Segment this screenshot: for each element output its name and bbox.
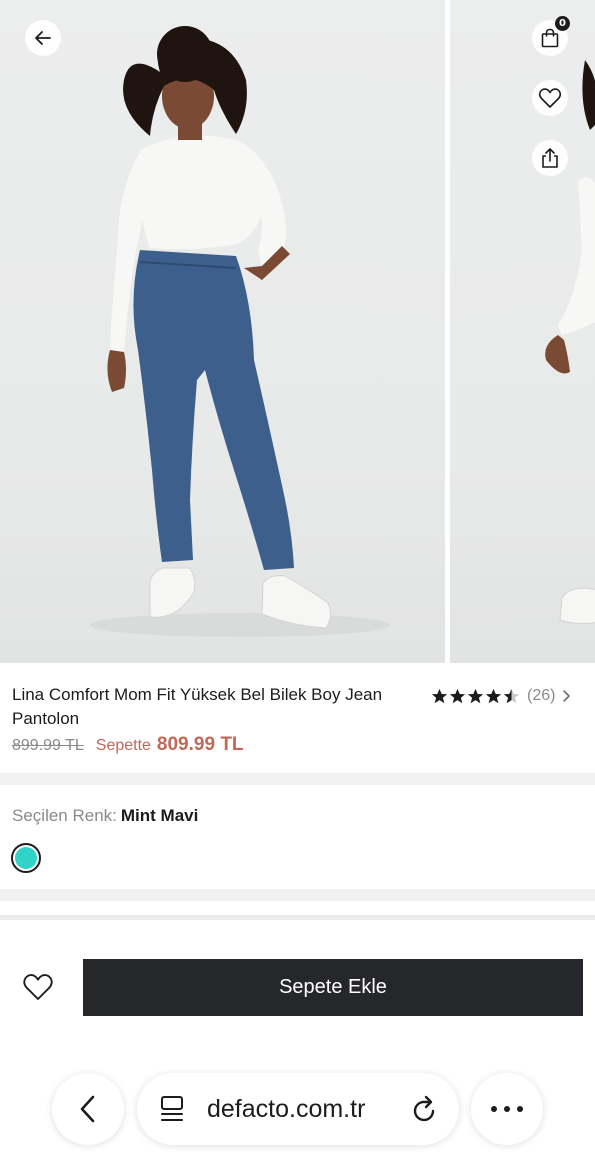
reader-icon[interactable] bbox=[159, 1095, 185, 1123]
cart-count-badge: 0 bbox=[555, 16, 570, 31]
add-to-cart-button[interactable]: Sepete Ekle bbox=[83, 959, 583, 1016]
favorite-button[interactable] bbox=[532, 80, 568, 116]
star-full-icon bbox=[467, 688, 484, 703]
share-button[interactable] bbox=[532, 140, 568, 176]
star-full-icon bbox=[485, 688, 502, 703]
product-title: Lina Comfort Mom Fit Yüksek Bel Bilek Bo… bbox=[12, 685, 383, 728]
more-button[interactable] bbox=[471, 1073, 543, 1145]
color-swatch-fill bbox=[15, 847, 37, 869]
product-image-1[interactable] bbox=[0, 0, 445, 663]
reload-icon[interactable] bbox=[411, 1095, 439, 1125]
star-full-icon bbox=[431, 688, 448, 703]
price-row: 899.99 TL Sepette 809.99 TL bbox=[12, 734, 244, 756]
heart-icon[interactable] bbox=[22, 972, 54, 1002]
browser-back-button[interactable] bbox=[52, 1073, 124, 1145]
chevron-left-icon bbox=[80, 1095, 95, 1123]
product-image-2[interactable] bbox=[450, 0, 595, 663]
selected-color-value: Mint Mavi bbox=[120, 806, 199, 825]
heart-icon bbox=[538, 88, 562, 108]
product-info: Lina Comfort Mom Fit Yüksek Bel Bilek Bo… bbox=[0, 663, 595, 773]
basket-price: 809.99 TL bbox=[156, 734, 244, 755]
section-divider bbox=[0, 889, 595, 901]
basket-discount-label: Sepette bbox=[95, 737, 151, 754]
star-full-icon bbox=[449, 688, 466, 703]
star-half-icon bbox=[503, 688, 520, 703]
url-text: defacto.com.tr bbox=[207, 1094, 366, 1123]
add-to-cart-bar: Sepete Ekle bbox=[0, 920, 595, 1050]
model-photo-partial bbox=[545, 60, 595, 625]
shopping-bag-icon bbox=[541, 28, 559, 48]
rating-summary[interactable]: (26) bbox=[431, 683, 571, 709]
model-photo bbox=[90, 26, 390, 637]
product-image-gallery[interactable] bbox=[0, 0, 595, 663]
color-selector: Seçilen Renk: Mint Mavi bbox=[0, 785, 595, 889]
section-divider bbox=[0, 773, 595, 785]
selected-color-label: Seçilen Renk: bbox=[12, 806, 117, 825]
share-icon bbox=[542, 148, 558, 168]
back-button[interactable] bbox=[25, 20, 61, 56]
address-bar[interactable]: defacto.com.tr bbox=[137, 1073, 459, 1145]
selected-color-line: Seçilen Renk: Mint Mavi bbox=[12, 806, 198, 826]
rating-count: (26) bbox=[527, 687, 556, 704]
browser-toolbar: defacto.com.tr bbox=[0, 1050, 595, 1154]
arrow-left-icon bbox=[35, 31, 51, 45]
old-price: 899.99 TL bbox=[12, 737, 84, 754]
rating-stars bbox=[431, 688, 521, 705]
more-icon bbox=[491, 1106, 523, 1112]
chevron-right-icon bbox=[563, 690, 571, 702]
color-swatch-mint-mavi[interactable] bbox=[11, 843, 41, 873]
